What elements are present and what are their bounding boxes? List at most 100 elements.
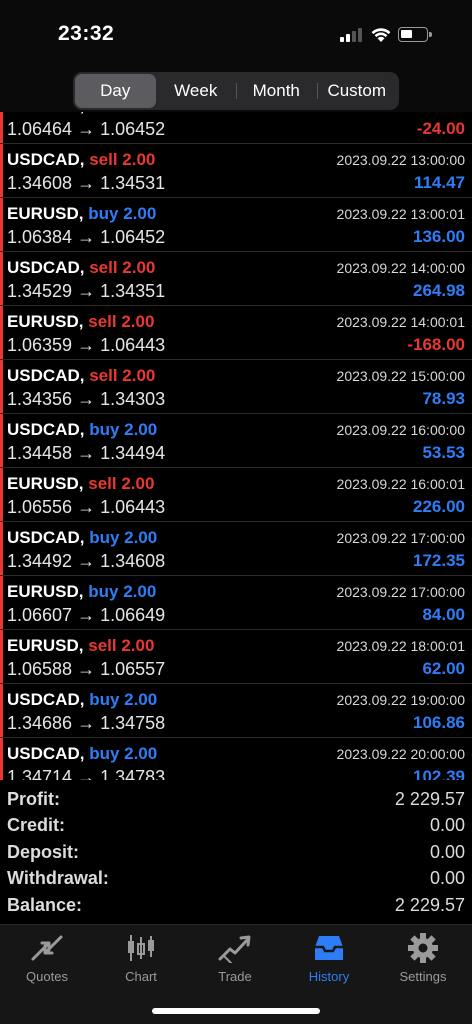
deal-side: sell 2.00 (88, 474, 155, 493)
chart-icon (128, 935, 154, 961)
deal-symbol-name: USDCAD, (7, 744, 85, 763)
tab-quotes[interactable]: Quotes (0, 933, 94, 984)
deal-symbol: USDCAD, sell 2.00 (7, 150, 155, 170)
deal-row[interactable]: USDCAD, sell 2.00 1.06464 → 1.06452 -24.00 (0, 112, 472, 144)
summary-label: Profit: (7, 788, 60, 809)
summary-value: 0.00 (429, 868, 465, 889)
deal-symbol: EURUSD, sell 2.00 (7, 636, 154, 656)
deals-list[interactable]: USDCAD, sell 2.00 1.06464 → 1.06452 -24.00… (0, 112, 472, 780)
period-tab-week[interactable]: Week (156, 74, 237, 108)
deal-symbol-name: EURUSD, (7, 636, 84, 655)
deal-row[interactable]: USDCAD, buy 2.00 1.34492 → 1.34608 2023.09… (0, 522, 472, 576)
battery-icon (398, 27, 432, 42)
deal-symbol: USDCAD, sell 2.00 (7, 258, 155, 278)
tab-settings[interactable]: Settings (376, 933, 470, 984)
deal-symbol-name: USDCAD, (7, 528, 85, 547)
deal-profit: -24.00 (416, 119, 465, 138)
deal-symbol-name: EURUSD, (7, 582, 84, 601)
deal-side: buy 2.00 (89, 420, 158, 439)
deal-symbol: USDCAD, buy 2.00 (7, 528, 157, 548)
deal-row[interactable]: EURUSD, sell 2.00 1.06588 → 1.06557 2023.0… (0, 630, 472, 684)
summary-row: Deposit: 0.00 (0, 839, 472, 866)
deal-side: buy 2.00 (88, 582, 157, 601)
deal-side: sell 2.00 (89, 112, 155, 115)
deal-prices: 1.06556 → 1.06443 (7, 497, 166, 517)
deal-symbol: EURUSD, sell 2.00 (7, 312, 154, 332)
deal-prices: 1.06359 → 1.06443 (7, 335, 166, 355)
summary-value: 0.00 (429, 841, 465, 862)
summary-label: Credit: (7, 815, 65, 836)
deal-row[interactable]: EURUSD, sell 2.00 1.06556 → 1.06443 2023.0… (0, 468, 472, 522)
home-indicator (152, 1008, 320, 1014)
deal-prices: 1.34686 → 1.34758 (7, 713, 166, 733)
deal-row[interactable]: USDCAD, buy 2.00 1.34686 → 1.34758 2023.09… (0, 684, 472, 738)
deal-row[interactable]: USDCAD, buy 2.00 1.34714 → 1.34783 2023.09… (0, 738, 472, 780)
deal-side: buy 2.00 (88, 204, 157, 223)
deal-row[interactable]: USDCAD, buy 2.00 1.34458 → 1.34494 2023.09… (0, 414, 472, 468)
tab-history-label: History (308, 969, 350, 984)
period-tab-month[interactable]: Month (236, 74, 317, 108)
deal-time: 2023.09.22 17:00:00 (336, 584, 465, 600)
period-segmented-control: Day Week Month Custom (73, 72, 399, 110)
period-tab-custom[interactable]: Custom (316, 74, 398, 108)
tab-trade-label: Trade (218, 969, 252, 984)
deal-prices: 1.06588 → 1.06557 (7, 659, 166, 679)
deal-prices: 1.34492 → 1.34608 (7, 551, 166, 571)
deal-side: sell 2.00 (88, 636, 155, 655)
deal-symbol-name: EURUSD, (7, 204, 84, 223)
summary-label: Balance: (7, 894, 83, 915)
deal-prices: 1.34608 → 1.34531 (7, 173, 166, 193)
tab-history[interactable]: History (282, 933, 376, 984)
summary-row: Withdrawal: 0.00 (0, 866, 472, 893)
deal-prices: 1.34529 → 1.34351 (7, 281, 166, 301)
deal-profit: 53.53 (422, 443, 465, 462)
deal-profit: 106.86 (413, 713, 465, 732)
deal-prices: 1.06607 → 1.06649 (7, 605, 166, 625)
deal-row[interactable]: EURUSD, buy 2.00 1.06384 → 1.06452 2023.09… (0, 198, 472, 252)
summary-value: 2 229.57 (394, 894, 465, 915)
deal-row[interactable]: USDCAD, sell 2.00 1.34529 → 1.34351 2023.0… (0, 252, 472, 306)
deal-symbol: USDCAD, sell 2.00 (7, 112, 155, 116)
period-tab-day[interactable]: Day (75, 74, 156, 108)
deal-time: 2023.09.22 20:00:00 (336, 746, 465, 762)
deal-prices: 1.34714 → 1.34783 (7, 767, 166, 780)
deal-row[interactable]: USDCAD, sell 2.00 1.34608 → 1.34531 2023.0… (0, 144, 472, 198)
summary-value: 0.00 (429, 815, 465, 836)
deal-profit: 264.98 (413, 281, 465, 300)
summary-row: Profit: 2 229.57 (0, 786, 472, 813)
summary-row: Balance: 2 229.57 (0, 892, 472, 919)
deal-time: 2023.09.22 16:00:00 (336, 422, 465, 438)
deal-row[interactable]: USDCAD, sell 2.00 1.34356 → 1.34303 2023.0… (0, 360, 472, 414)
deal-symbol-name: EURUSD, (7, 474, 84, 493)
deal-prices: 1.34356 → 1.34303 (7, 389, 166, 409)
tab-quotes-label: Quotes (26, 969, 68, 984)
tab-chart[interactable]: Chart (94, 933, 188, 984)
wifi-icon (371, 28, 391, 42)
deal-symbol-name: USDCAD, (7, 112, 84, 115)
deal-side: buy 2.00 (89, 528, 158, 547)
deal-symbol-name: USDCAD, (7, 420, 85, 439)
deal-time: 2023.09.22 13:00:01 (336, 206, 465, 222)
deal-symbol-name: USDCAD, (7, 690, 85, 709)
deal-symbol: USDCAD, buy 2.00 (7, 690, 157, 710)
summary-label: Withdrawal: (7, 868, 109, 889)
deal-side: sell 2.00 (88, 312, 155, 331)
deal-side: buy 2.00 (89, 744, 158, 763)
deal-time: 2023.09.22 16:00:01 (336, 476, 465, 492)
deal-symbol: EURUSD, buy 2.00 (7, 582, 156, 602)
deal-time: 2023.09.22 13:00:00 (336, 152, 465, 168)
deal-row[interactable]: EURUSD, buy 2.00 1.06607 → 1.06649 2023.09… (0, 576, 472, 630)
deal-profit: 62.00 (422, 659, 465, 678)
deal-side: sell 2.00 (89, 150, 156, 169)
deal-side: sell 2.00 (89, 366, 156, 385)
tab-trade[interactable]: Trade (188, 933, 282, 984)
deal-symbol: USDCAD, buy 2.00 (7, 420, 157, 440)
deal-symbol: EURUSD, sell 2.00 (7, 474, 154, 494)
deal-time: 2023.09.22 18:00:01 (336, 638, 465, 654)
summary-label: Deposit: (7, 841, 79, 862)
deal-row[interactable]: EURUSD, sell 2.00 1.06359 → 1.06443 2023.0… (0, 306, 472, 360)
deal-time: 2023.09.22 14:00:00 (336, 260, 465, 276)
tab-chart-label: Chart (125, 969, 157, 984)
deal-time: 2023.09.22 19:00:00 (336, 692, 465, 708)
deal-profit: 78.93 (422, 389, 465, 408)
